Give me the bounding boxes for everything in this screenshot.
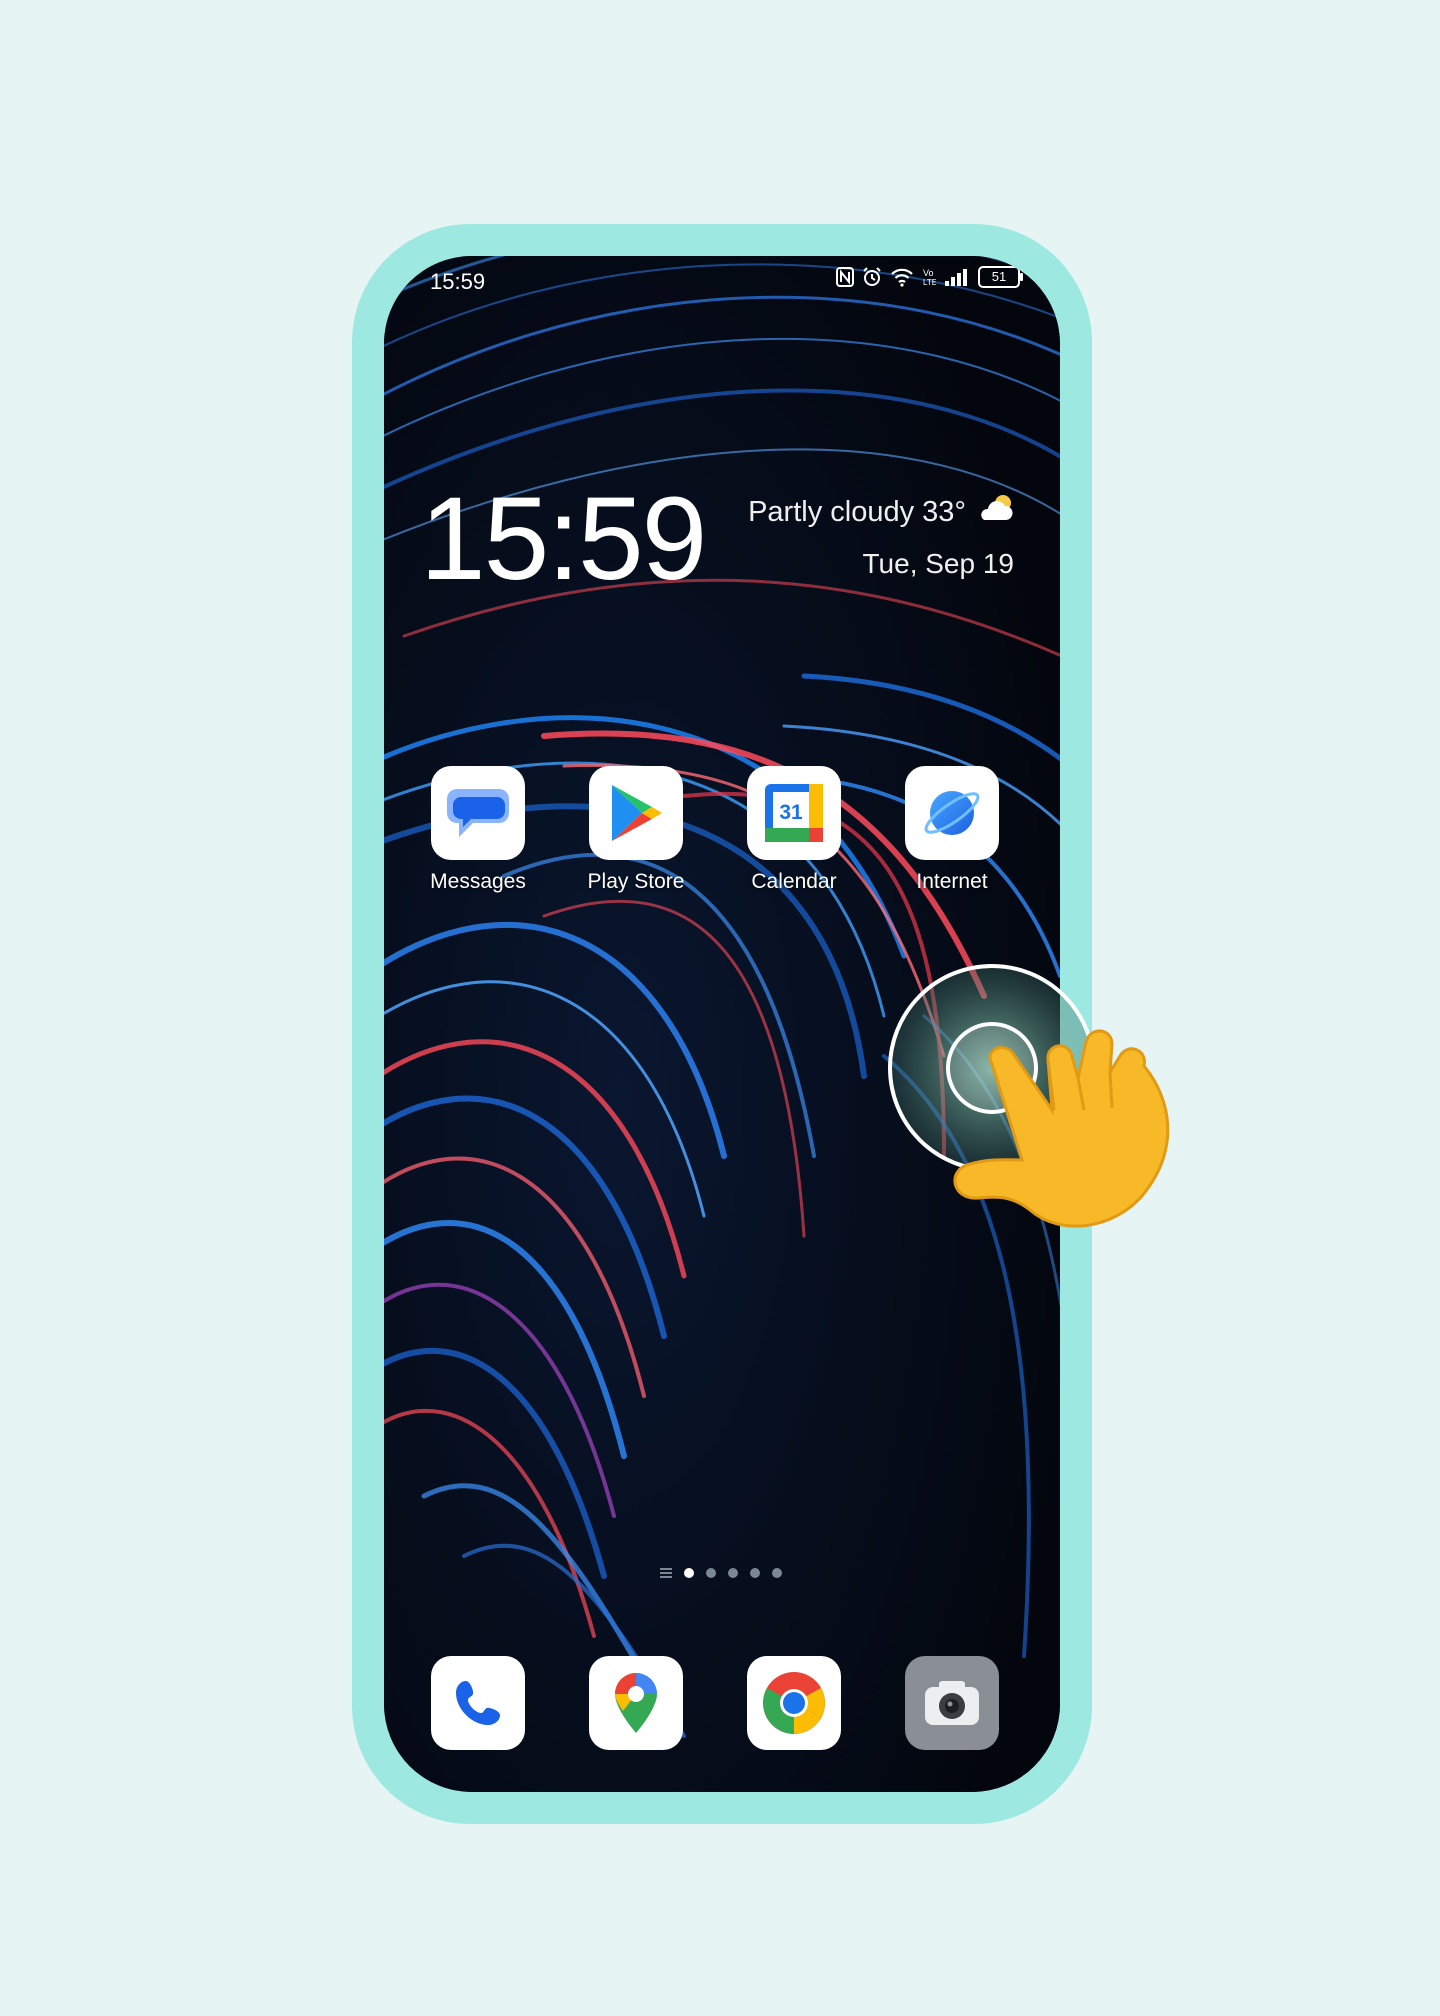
app-label-calendar: Calendar	[751, 870, 837, 893]
weather-widget[interactable]: Partly cloudy 33°	[748, 492, 1016, 532]
volte-icon: Vo LTE	[922, 267, 936, 287]
page-dot[interactable]	[728, 1568, 738, 1578]
phone-icon	[431, 1656, 525, 1750]
app-play-store[interactable]: Play Store	[566, 766, 706, 894]
battery-indicator: 51	[978, 266, 1023, 288]
page-dot[interactable]	[706, 1568, 716, 1578]
status-time: 15:59	[430, 269, 486, 294]
dock-chrome[interactable]	[724, 1656, 864, 1750]
svg-text:Vo: Vo	[923, 268, 934, 278]
alarm-icon	[862, 267, 882, 287]
clock-widget-time[interactable]: 15:59	[420, 471, 707, 607]
app-label-messages: Messages	[430, 870, 526, 893]
page-menu-icon	[660, 1568, 672, 1578]
dock-camera[interactable]	[882, 1656, 1022, 1750]
tap-gesture-overlay	[888, 964, 1170, 1228]
weather-text: Partly cloudy 33°	[748, 495, 966, 528]
app-calendar[interactable]: 31 Calendar	[724, 766, 864, 894]
partly-cloudy-icon	[976, 492, 1016, 532]
maps-icon	[589, 1656, 683, 1750]
messages-icon	[431, 766, 525, 860]
internet-icon	[905, 766, 999, 860]
date-widget[interactable]: Tue, Sep 19	[862, 548, 1014, 580]
app-internet[interactable]: Internet	[882, 766, 1022, 894]
page-indicator[interactable]	[660, 1568, 782, 1578]
wifi-icon	[890, 267, 914, 287]
calendar-icon-date: 31	[779, 801, 803, 824]
page-dot[interactable]	[772, 1568, 782, 1578]
camera-icon	[905, 1656, 999, 1750]
dock-maps[interactable]	[566, 1656, 706, 1750]
signal-icon	[944, 267, 970, 287]
page-dot[interactable]	[684, 1568, 694, 1578]
status-bar: 15:59 Vo LTE 51	[384, 256, 1060, 306]
svg-text:LTE: LTE	[923, 278, 936, 287]
app-messages[interactable]: Messages	[408, 766, 548, 894]
play-store-icon	[589, 766, 683, 860]
dock-phone[interactable]	[408, 1656, 548, 1750]
page-dot[interactable]	[750, 1568, 760, 1578]
chrome-icon	[747, 1656, 841, 1750]
nfc-icon	[836, 267, 854, 287]
status-icons: Vo LTE 51	[836, 266, 1023, 288]
app-label-play-store: Play Store	[587, 870, 685, 893]
calendar-icon: 31	[747, 766, 841, 860]
app-label-internet: Internet	[916, 870, 988, 893]
